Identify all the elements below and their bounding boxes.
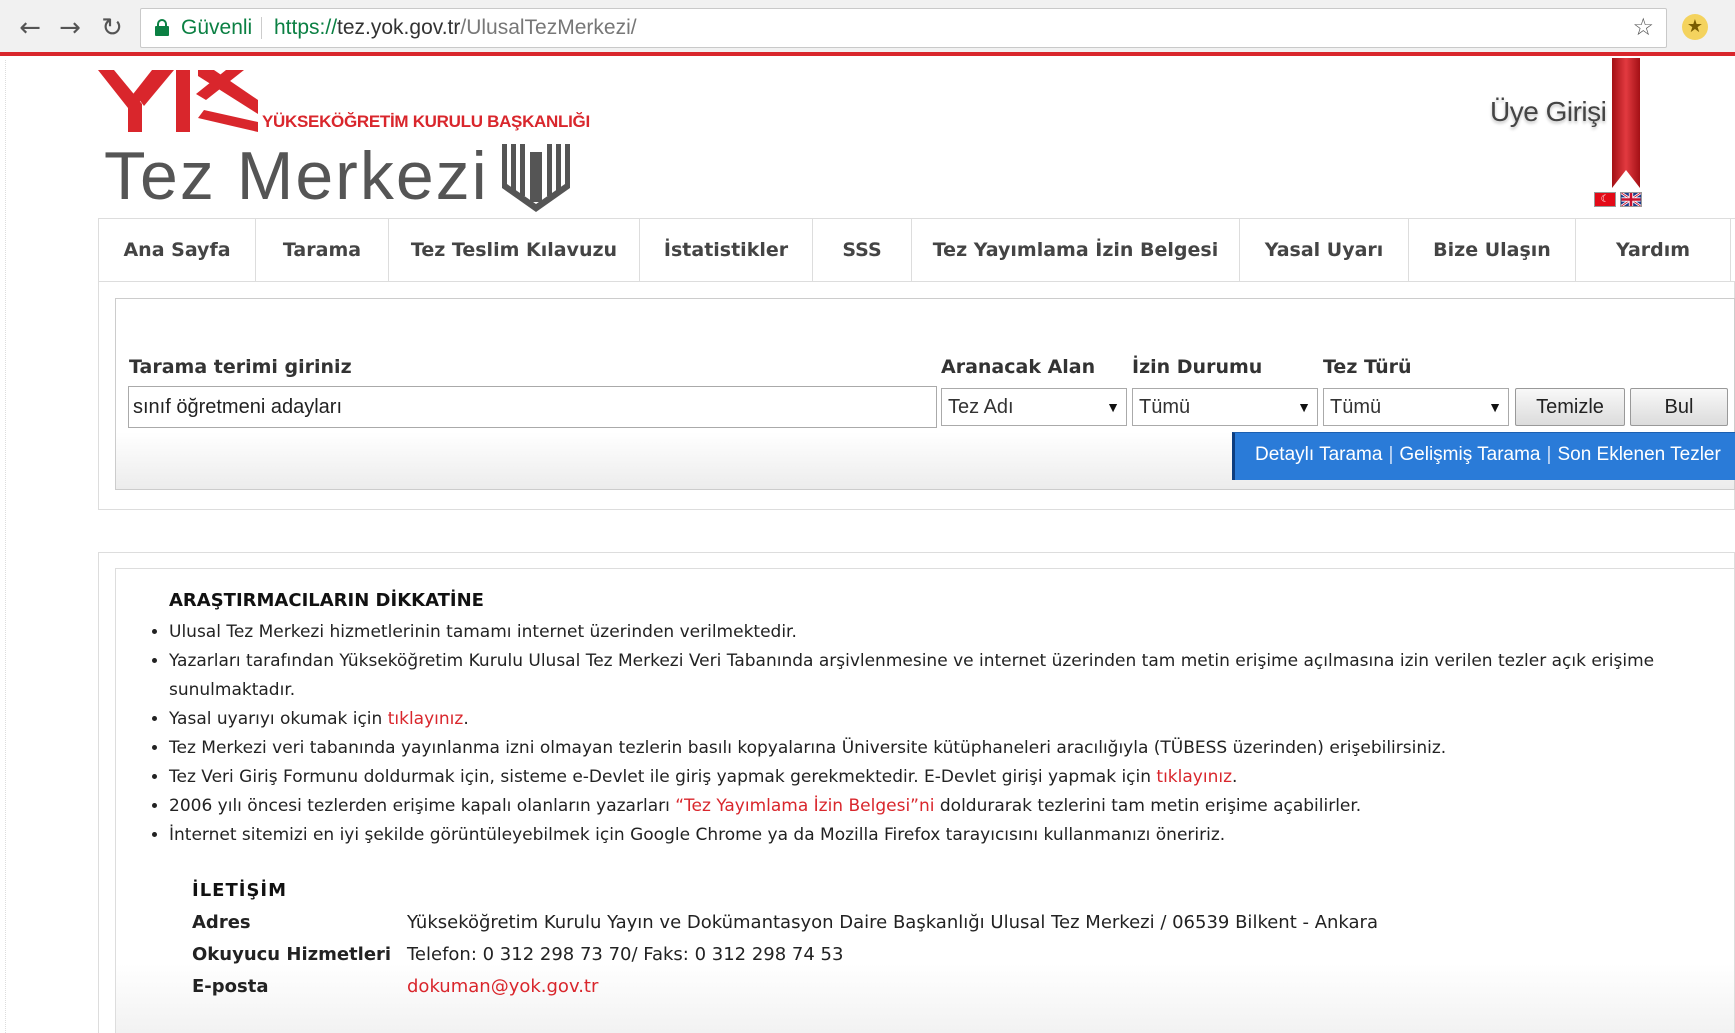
advanced-search-link[interactable]: Gelişmiş Tarama (1399, 444, 1540, 465)
english-flag-icon[interactable] (1620, 192, 1642, 207)
legal-notice-link[interactable]: tıklayınız (388, 709, 464, 729)
field-label: Aranacak Alan (941, 356, 1096, 378)
thesis-type-label: Tez Türü (1323, 356, 1412, 378)
address-value: Yükseköğretim Kurulu Yayın ve Dokümantas… (407, 912, 1378, 933)
permission-status-value: Tümü (1139, 396, 1191, 418)
thesis-type-value: Tümü (1330, 396, 1382, 418)
org-name: YÜKSEKÖĞRETİM KURULU BAŞKANLIĞI (262, 112, 590, 131)
dropdown-arrow-icon: ▼ (1488, 399, 1502, 415)
link-separator: | (1546, 444, 1552, 465)
nav-item-legal-notice[interactable]: Yasal Uyarı (1239, 219, 1409, 281)
list-item: Yasal uyarıyı okumak için tıklayınız. (169, 705, 1709, 734)
address-bar[interactable]: Güvenli https://tez.yok.gov.tr/UlusalTez… (140, 8, 1667, 48)
back-arrow-icon[interactable]: ← (14, 12, 46, 44)
reader-services-label: Okuyucu Hizmetleri (192, 944, 392, 965)
bookmark-star-icon[interactable]: ☆ (1632, 9, 1654, 47)
link-separator: | (1388, 444, 1394, 465)
nav-item-search[interactable]: Tarama (255, 219, 389, 281)
list-item: Tez Merkezi veri tabanında yayınlanma iz… (169, 734, 1709, 763)
find-button[interactable]: Bul (1630, 388, 1728, 426)
forward-arrow-icon[interactable]: → (54, 12, 86, 44)
nav-item-home[interactable]: Ana Sayfa (98, 219, 256, 281)
yok-logo-icon[interactable] (98, 70, 258, 132)
dropdown-arrow-icon: ▼ (1106, 399, 1120, 415)
nav-item-statistics[interactable]: İstatistikler (639, 219, 813, 281)
ribbon-icon (1612, 58, 1640, 188)
e-devlet-login-link[interactable]: tıklayınız (1156, 767, 1232, 787)
url-text[interactable]: https://tez.yok.gov.tr/UlusalTezMerkezi/ (274, 9, 637, 47)
term-label: Tarama terimi giriniz (129, 356, 352, 378)
turkish-flag-icon[interactable]: ☾ (1594, 192, 1616, 207)
secure-label: Güvenli (181, 16, 253, 39)
search-term-input[interactable]: sınıf öğretmeni adayları (128, 386, 937, 428)
url-divider (261, 17, 262, 39)
contact-title: İLETİŞİM (192, 880, 288, 901)
latest-theses-link[interactable]: Son Eklenen Tezler (1557, 444, 1720, 465)
dropdown-arrow-icon: ▼ (1297, 399, 1311, 415)
nav-item-faq[interactable]: SSS (812, 219, 912, 281)
nav-item-publication-permission[interactable]: Tez Yayımlama İzin Belgesi (911, 219, 1240, 281)
extension-icon[interactable]: ★ (1682, 14, 1708, 40)
reader-services-value: Telefon: 0 312 298 73 70/ Faks: 0 312 29… (407, 944, 844, 965)
detailed-search-link[interactable]: Detaylı Tarama (1255, 444, 1382, 465)
page-margin (0, 60, 6, 1033)
list-item: Tez Veri Giriş Formunu doldurmak için, s… (169, 763, 1709, 792)
search-field-value: Tez Adı (948, 396, 1014, 418)
permission-status-select[interactable]: Tümü ▼ (1132, 388, 1318, 426)
search-options-bar: Detaylı Tarama | Gelişmiş Tarama | Son Eklen… (1232, 432, 1735, 480)
member-login-link[interactable]: Üye Girişi (1490, 96, 1607, 128)
email-label: E-posta (192, 976, 269, 997)
notice-list: Ulusal Tez Merkezi hizmetlerinin tamamı … (169, 618, 1709, 850)
search-field-select[interactable]: Tez Adı ▼ (941, 388, 1127, 426)
main-nav: Ana Sayfa Tarama Tez Teslim Kılavuzu İst… (98, 218, 1735, 282)
permission-label: İzin Durumu (1132, 356, 1263, 378)
list-item: 2006 yılı öncesi tezlerden erişime kapal… (169, 792, 1709, 821)
email-link[interactable]: dokuman@yok.gov.tr (407, 976, 598, 997)
clear-button[interactable]: Temizle (1515, 388, 1625, 426)
browser-toolbar: ← → ↻ Güvenli https://tez.yok.gov.tr/Ulu… (0, 0, 1735, 56)
nav-item-contact[interactable]: Bize Ulaşın (1408, 219, 1576, 281)
thesis-type-select[interactable]: Tümü ▼ (1323, 388, 1509, 426)
reload-icon[interactable]: ↻ (96, 12, 128, 44)
book-logo-icon (502, 144, 570, 212)
notice-title: ARAŞTIRMACILARIN DİKKATİNE (169, 590, 484, 611)
nav-item-submission-guide[interactable]: Tez Teslim Kılavuzu (388, 219, 640, 281)
list-item: İnternet sitemizi en iyi şekilde görüntü… (169, 821, 1709, 850)
list-item: Yazarları tarafından Yükseköğretim Kurul… (169, 647, 1709, 705)
address-label: Adres (192, 912, 251, 933)
list-item: Ulusal Tez Merkezi hizmetlerinin tamamı … (169, 618, 1709, 647)
site-title[interactable]: Tez Merkezi (104, 138, 489, 214)
nav-item-help[interactable]: Yardım (1575, 219, 1731, 281)
lock-icon (155, 19, 169, 36)
permission-form-link[interactable]: “Tez Yayımlama İzin Belgesi”ni (675, 796, 934, 816)
